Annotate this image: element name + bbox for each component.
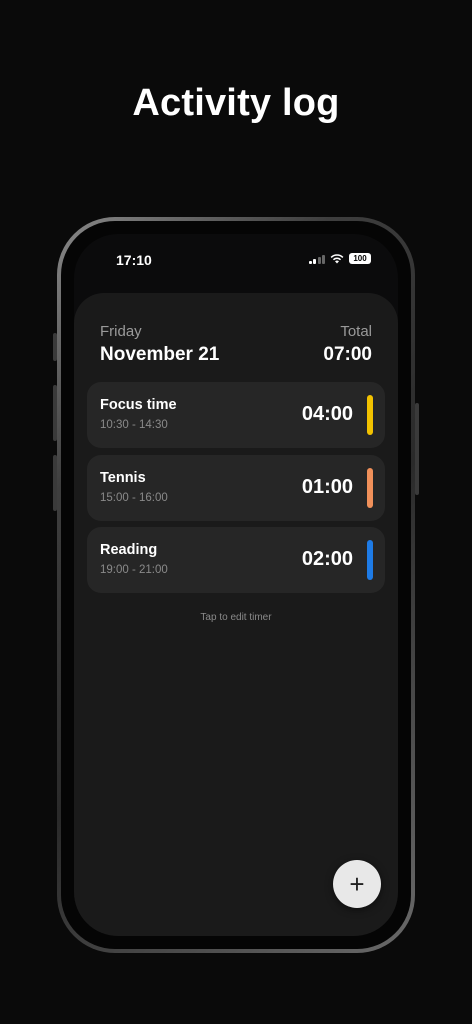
activity-card-tennis[interactable]: Tennis 15:00 - 16:00 01:00 bbox=[87, 455, 385, 521]
battery-icon: 100 bbox=[349, 253, 371, 264]
activity-duration: 01:00 bbox=[301, 476, 353, 498]
weekday-label: Friday bbox=[100, 323, 142, 340]
action-button bbox=[53, 333, 57, 361]
date-label: November 21 bbox=[100, 344, 220, 365]
activity-time-range: 10:30 - 14:30 bbox=[100, 419, 168, 431]
plus-icon: + bbox=[349, 869, 365, 899]
cellular-signal-icon bbox=[308, 254, 325, 264]
status-icons: 100 bbox=[308, 253, 371, 264]
activity-card-reading[interactable]: Reading 19:00 - 21:00 02:00 bbox=[87, 527, 385, 593]
app-stage: Activity log 17:10 100 Friday November 2… bbox=[0, 0, 472, 1024]
wifi-icon bbox=[330, 254, 344, 264]
status-bar: 17:10 100 bbox=[74, 234, 398, 286]
total-value: 07:00 bbox=[323, 344, 372, 365]
activity-color-bar bbox=[367, 468, 373, 508]
activity-color-bar bbox=[367, 540, 373, 580]
activity-name: Tennis bbox=[100, 470, 146, 486]
edit-hint: Tap to edit timer bbox=[200, 612, 272, 623]
phone-bezel: 17:10 100 Friday November 21 Total 07:00… bbox=[61, 221, 411, 949]
activity-time-range: 19:00 - 21:00 bbox=[100, 564, 168, 576]
total-label: Total bbox=[340, 323, 372, 340]
volume-up-button bbox=[53, 385, 57, 441]
activity-card-focus-time[interactable]: Focus time 10:30 - 14:30 04:00 bbox=[87, 382, 385, 448]
activity-color-bar bbox=[367, 395, 373, 435]
phone-frame: 17:10 100 Friday November 21 Total 07:00… bbox=[53, 217, 419, 953]
day-sheet: Friday November 21 Total 07:00 Focus tim… bbox=[74, 293, 398, 936]
volume-down-button bbox=[53, 455, 57, 511]
power-button bbox=[415, 403, 419, 495]
add-activity-button[interactable]: + bbox=[333, 860, 381, 908]
activity-duration: 04:00 bbox=[301, 403, 353, 425]
page-headline: Activity log bbox=[132, 82, 340, 124]
phone-screen: 17:10 100 Friday November 21 Total 07:00… bbox=[74, 234, 398, 936]
activity-time-range: 15:00 - 16:00 bbox=[100, 492, 168, 504]
activity-duration: 02:00 bbox=[301, 548, 353, 570]
activity-name: Focus time bbox=[100, 397, 177, 413]
status-time: 17:10 bbox=[116, 252, 152, 268]
activity-name: Reading bbox=[100, 542, 158, 558]
